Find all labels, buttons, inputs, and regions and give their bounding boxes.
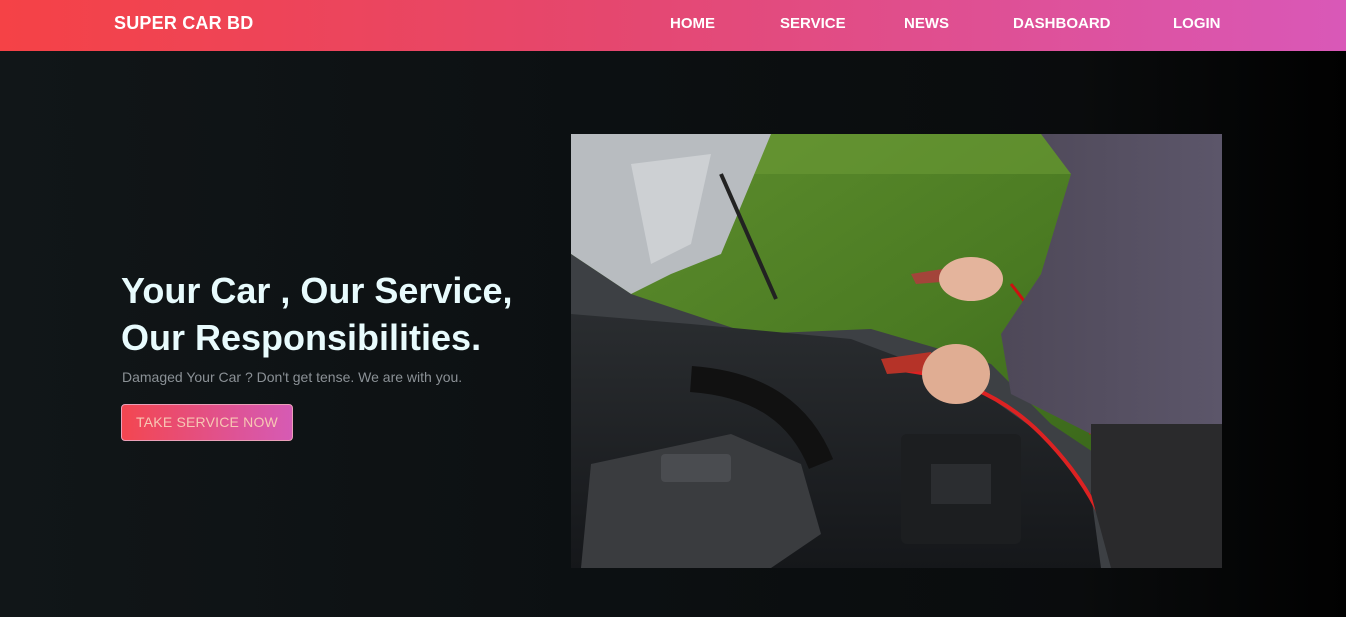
top-navbar: SUPER CAR BD HOME SERVICE NEWS DASHBOARD… <box>0 0 1346 51</box>
hero-title-line2: Our Responsibilities. <box>121 317 482 358</box>
nav-login[interactable]: LOGIN <box>1173 15 1221 32</box>
hero-section: Your Car , Our Service, Our Responsibili… <box>0 51 1346 617</box>
nav-menu: HOME SERVICE NEWS DASHBOARD LOGIN <box>0 15 1346 35</box>
nav-service[interactable]: SERVICE <box>780 15 846 32</box>
nav-dashboard[interactable]: DASHBOARD <box>1013 15 1111 32</box>
nav-home[interactable]: HOME <box>670 15 715 32</box>
hero-title: Your Car , Our Service, Our Responsibili… <box>121 267 561 361</box>
hero-image <box>571 134 1222 568</box>
take-service-button[interactable]: TAKE SERVICE NOW <box>121 404 293 441</box>
hero-title-line1: Your Car , Our Service, <box>121 270 513 311</box>
nav-news[interactable]: NEWS <box>904 15 949 32</box>
hero-subtitle: Damaged Your Car ? Don't get tense. We a… <box>122 369 463 385</box>
